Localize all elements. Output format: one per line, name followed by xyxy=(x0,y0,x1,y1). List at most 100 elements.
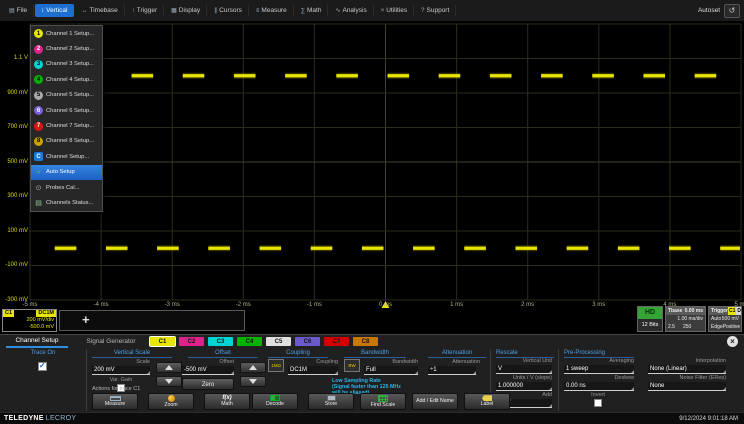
attenuation-select[interactable]: ÷1 xyxy=(428,366,476,375)
bandwidth-select[interactable]: Full xyxy=(364,366,418,375)
scale-up-button[interactable] xyxy=(156,362,182,373)
menubar-cursors[interactable]: ∥Cursors xyxy=(208,4,249,17)
menu-item-channel-6-setup[interactable]: 6Channel 6 Setup... xyxy=(31,103,102,118)
offset-up-button[interactable] xyxy=(240,362,266,373)
channel-chip-c1[interactable]: C1 xyxy=(150,337,175,346)
trigger-box[interactable]: Trigger C1 DC Auto 500 mV Edge Positive xyxy=(708,306,742,332)
invert-label: Invert xyxy=(578,392,618,398)
units-per-volt-field[interactable]: 1.000000 xyxy=(496,382,552,391)
menubar-vertical[interactable]: ↕Vertical xyxy=(35,4,74,17)
decode-button[interactable]: Decode xyxy=(252,393,298,410)
tab-signal-generator[interactable]: Signal Generator xyxy=(74,335,148,348)
menubar-math[interactable]: ∑Math xyxy=(295,4,329,17)
units-per-volt-label: Units / V (slope) xyxy=(496,375,552,381)
add-trace-icon: + xyxy=(82,312,90,327)
trace-on-header: Trace On xyxy=(12,350,74,357)
channel-chip-c8[interactable]: C8 xyxy=(353,337,378,346)
add-edit-name-button[interactable]: Add / Edit Name xyxy=(412,393,458,410)
channel-chip-c2[interactable]: C2 xyxy=(179,337,204,346)
vertical-unit-select[interactable]: V xyxy=(496,365,552,374)
menu-item-channel-2-setup[interactable]: 2Channel 2 Setup... xyxy=(31,41,102,56)
store-button[interactable]: Store xyxy=(308,393,354,410)
hd-mode-box[interactable]: HD 12 Bits xyxy=(637,306,663,332)
menubar-display[interactable]: ▦Display xyxy=(165,4,207,17)
trigger-icon: ↑ xyxy=(132,8,135,14)
menu-item-label: Channel 5 Setup... xyxy=(46,92,94,98)
channel-chip-c7[interactable]: C7 xyxy=(324,337,349,346)
menubar-trigger[interactable]: ↑Trigger xyxy=(126,4,164,17)
menubar-label: Analysis xyxy=(342,7,366,14)
menu-item-channel-8-setup[interactable]: 8Channel 8 Setup... xyxy=(31,134,102,149)
menubar-support[interactable]: ?Support xyxy=(415,4,456,17)
close-dialog-button[interactable]: × xyxy=(727,336,738,347)
down-arrow-icon xyxy=(165,379,173,384)
invert-checkbox[interactable] xyxy=(594,399,602,407)
vertical-icon: ↕ xyxy=(41,8,44,14)
add-trace-slot[interactable]: + xyxy=(59,310,245,331)
menubar-timebase[interactable]: ↔Timebase xyxy=(75,4,124,17)
undo-autoset-icon[interactable]: ↺ xyxy=(724,4,740,18)
waveform-display[interactable]: 1.1 V900 mV700 mV500 mV300 mV100 mV-100 … xyxy=(0,22,744,312)
menubar-label: File xyxy=(17,7,27,14)
menubar-analysis[interactable]: ∿Analysis xyxy=(329,4,373,17)
menu-item-label: Channels Status... xyxy=(46,200,93,206)
offset-down-button[interactable] xyxy=(240,376,266,387)
menu-item-channel-1-setup[interactable]: 1Channel 1 Setup... xyxy=(31,26,102,41)
menu-item-channel-4-setup[interactable]: 4Channel 4 Setup... xyxy=(31,72,102,87)
x-axis-tick-label: -1 ms xyxy=(300,302,328,308)
menu-item-label: Channel 2 Setup... xyxy=(46,46,94,52)
zoom-icon xyxy=(168,395,175,402)
y-axis-tick-label: 900 mV xyxy=(1,90,28,96)
measure-button[interactable]: Measure xyxy=(92,393,138,410)
rescale-header: Rescale xyxy=(496,350,554,358)
noise-filter-select[interactable]: None xyxy=(648,382,726,391)
action-button-label: Store xyxy=(325,402,337,408)
menu-item-channel-setup[interactable]: CChannel Setup... xyxy=(31,149,102,164)
menu-item-auto-setup[interactable]: ≈Auto Setup xyxy=(31,165,102,180)
trace-on-checkbox[interactable] xyxy=(38,362,47,371)
menu-item-channel-7-setup[interactable]: 7Channel 7 Setup... xyxy=(31,118,102,133)
menubar-label: Timebase xyxy=(89,7,117,14)
menu-item-label: Probes Cal... xyxy=(46,185,80,191)
menu-item-channel-3-setup[interactable]: 3Channel 3 Setup... xyxy=(31,57,102,72)
coupling-label: Coupling xyxy=(288,359,338,365)
averaging-label: Averaging xyxy=(564,358,634,364)
y-axis-tick-label: 300 mV xyxy=(1,193,28,199)
timebase-box[interactable]: Tbase 0.00 ms 1.00 ms/div 2.5 MS 250 MS/… xyxy=(665,306,706,332)
brand-logo: TELEDYNELECROY xyxy=(0,415,76,422)
descriptor-offset: -500.0 mV xyxy=(3,324,56,331)
probes-cal-icon: ⊙ xyxy=(34,184,43,192)
vertical-scale-header: Vertical Scale xyxy=(92,350,172,358)
trace-descriptor-c1[interactable]: C1 DC1M 200 mV/div -500.0 mV xyxy=(2,309,57,332)
channel-chip-c3[interactable]: C3 xyxy=(208,337,233,346)
autoset-button[interactable]: Autoset xyxy=(698,7,720,14)
menubar-utilities[interactable]: ×Utilities xyxy=(375,4,414,17)
zoom-button[interactable]: Zoom xyxy=(148,393,194,410)
math-button[interactable]: f(x)Math xyxy=(204,393,250,410)
menu-bar-right: Autoset ↺ xyxy=(698,4,744,18)
tab-channel-setup[interactable]: Channel Setup xyxy=(6,335,68,348)
channel-chip-c4[interactable]: C4 xyxy=(237,337,262,346)
menubar-label: Utilities xyxy=(386,7,407,14)
hd-label: HD xyxy=(638,307,662,319)
channel-6-setup-badge-icon: 6 xyxy=(34,106,43,115)
deskew-field[interactable]: 0.00 ns xyxy=(564,382,634,391)
vertical-unit-label: Vertical Unit xyxy=(496,358,552,364)
offset-field[interactable]: -500 mV xyxy=(182,366,234,375)
channel-chip-c6[interactable]: C6 xyxy=(295,337,320,346)
find-scale-button[interactable]: Find Scale xyxy=(360,393,406,410)
channel-chip-c5[interactable]: C5 xyxy=(266,337,291,346)
menu-item-probes-cal[interactable]: ⊙Probes Cal... xyxy=(31,180,102,195)
label-button[interactable]: Label xyxy=(464,393,510,410)
averaging-select[interactable]: 1 sweep xyxy=(564,365,634,374)
menu-item-channel-5-setup[interactable]: 5Channel 5 Setup... xyxy=(31,88,102,103)
menubar-measure[interactable]: ≡Measure xyxy=(250,4,294,17)
coupling-select[interactable]: DC1M xyxy=(288,366,338,375)
menubar-file[interactable]: ▤File xyxy=(3,4,34,17)
menu-item-channels-status[interactable]: ▤Channels Status... xyxy=(31,195,102,210)
file-icon: ▤ xyxy=(9,7,15,14)
scale-field[interactable]: 200 mV xyxy=(92,366,150,375)
y-axis-tick-label: -100 mV xyxy=(1,262,28,268)
x-axis-tick-label: -5 ms xyxy=(16,302,44,308)
interpolation-select[interactable]: None (Linear) xyxy=(648,365,726,374)
